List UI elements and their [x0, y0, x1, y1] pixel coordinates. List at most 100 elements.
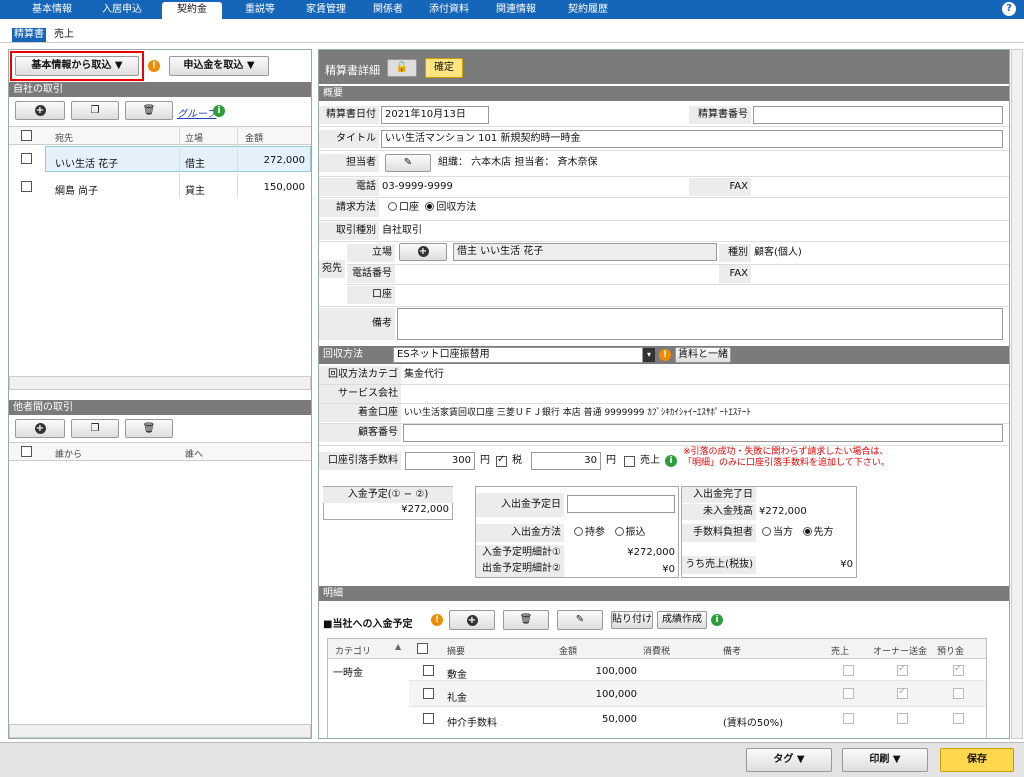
import-application-button[interactable]: 申込金を取込 ▼	[169, 56, 269, 76]
info-green-icon-3[interactable]: i	[711, 614, 723, 626]
vertical-scrollbar[interactable]	[1011, 49, 1023, 739]
tab-basic-info[interactable]: 基本情報	[22, 0, 82, 19]
type-value: 顧客(個人)	[754, 247, 802, 258]
tab-rent[interactable]: 家賃管理	[296, 0, 356, 19]
copy-icon: ❐	[90, 423, 100, 434]
other-add-button[interactable]: +	[15, 419, 65, 438]
sort-asc-icon[interactable]: ▲	[395, 642, 401, 651]
row-checkbox[interactable]	[21, 181, 32, 192]
fee-burden-label: 手数料負担者	[682, 524, 756, 542]
row-destination[interactable]: いい生活 花子	[55, 155, 118, 170]
details-select-all[interactable]	[417, 643, 428, 654]
statement-no-field[interactable]	[753, 106, 1003, 124]
date-label: 精算書日付	[319, 106, 379, 124]
details-edit-button[interactable]: ✎	[557, 610, 603, 630]
edit-staff-button[interactable]: ✎	[385, 154, 431, 172]
lock-button[interactable]: 🔓	[387, 59, 417, 77]
io-date-field[interactable]	[567, 495, 675, 513]
role-field: 借主 いい生活 花子	[453, 243, 717, 261]
info-green-icon[interactable]: i	[213, 105, 225, 117]
statement-no-label: 精算書番号	[689, 106, 751, 124]
add-button[interactable]: +	[15, 101, 65, 120]
dropdown-arrow-icon[interactable]: ▾	[643, 348, 655, 362]
title-field[interactable]: いい生活マンション 101 新規契約時一時金	[381, 130, 1003, 148]
io-method-label: 入出金方法	[476, 524, 564, 542]
tab-contract-money[interactable]: 契約金	[162, 2, 222, 19]
info-green-icon-2[interactable]: i	[665, 455, 677, 467]
tax-checkbox[interactable]	[496, 454, 507, 467]
fee-field[interactable]: 300	[405, 452, 475, 470]
tag-button[interactable]: タグ ▼	[746, 748, 832, 772]
details-delete-button[interactable]: 🗑	[503, 610, 549, 630]
detail-desc[interactable]: 礼金	[447, 689, 467, 704]
fee2-field[interactable]: 30	[531, 452, 601, 470]
col-description: 摘要	[447, 647, 466, 657]
radio-transfer[interactable]	[614, 527, 624, 536]
group-link[interactable]: グループ	[177, 105, 216, 120]
paste-button[interactable]: 貼り付け	[611, 611, 653, 629]
own-transactions-header: 自社の取引	[9, 82, 311, 97]
other-copy-button[interactable]: ❐	[71, 419, 119, 438]
plus-icon: +	[466, 615, 478, 626]
radio-their-side[interactable]	[802, 527, 812, 536]
collection-method-select[interactable]: ESネット口座振替用	[393, 347, 643, 363]
tab-related[interactable]: 関連情報	[486, 0, 546, 19]
memo-field[interactable]	[397, 308, 1003, 340]
tab-history[interactable]: 契約履歴	[556, 0, 620, 19]
delete-button[interactable]: 🗑	[125, 101, 173, 120]
other-select-all-checkbox[interactable]	[21, 446, 32, 457]
horizontal-scrollbar-2[interactable]	[9, 724, 311, 738]
other-delete-button[interactable]: 🗑	[125, 419, 173, 438]
horizontal-scrollbar[interactable]	[9, 376, 311, 390]
radio-collection[interactable]	[425, 202, 435, 211]
help-icon[interactable]: ?	[1002, 2, 1016, 16]
select-all-checkbox[interactable]	[21, 130, 32, 141]
subtab-statement[interactable]: 精算書	[12, 28, 46, 42]
tab-attachments[interactable]: 添付資料	[420, 0, 478, 19]
detail-desc[interactable]: 敷金	[447, 666, 467, 681]
row-role: 借主	[185, 159, 205, 170]
row-checkbox[interactable]	[21, 153, 32, 164]
info-orange-icon-2[interactable]: !	[659, 349, 671, 361]
customer-no-label: 顧客番号	[319, 424, 401, 442]
detail-header	[319, 50, 1009, 84]
info-orange-icon[interactable]: !	[148, 60, 160, 72]
print-button[interactable]: 印刷 ▼	[842, 748, 928, 772]
tab-parties[interactable]: 関係者	[362, 0, 414, 19]
radio-bring[interactable]	[574, 527, 583, 536]
detail-desc[interactable]: 仲介手数料	[447, 714, 497, 729]
row-role: 貸主	[185, 186, 205, 197]
pencil-icon: ✎	[575, 614, 585, 625]
date-field[interactable]: 2021年10月13日	[381, 106, 489, 124]
add-party-button[interactable]: +	[399, 243, 447, 261]
tab-application[interactable]: 入居申込	[92, 0, 152, 19]
category-value: 一時金	[333, 668, 363, 679]
billing-options[interactable]: 口座 回収方法	[385, 199, 476, 217]
row-destination[interactable]: 綱島 尚子	[55, 182, 98, 197]
details-add-button[interactable]: +	[449, 610, 495, 630]
create-record-button[interactable]: 成績作成	[657, 611, 707, 629]
save-button[interactable]: 保存	[940, 748, 1014, 772]
sales-checkbox[interactable]	[624, 456, 635, 467]
pencil-icon: ✎	[403, 157, 413, 168]
with-rent-button[interactable]: 賃料と一緒	[675, 347, 731, 363]
copy-button[interactable]: ❐	[71, 101, 119, 120]
row-amount: 272,000	[263, 155, 305, 166]
detail-row-checkbox[interactable]	[423, 688, 434, 699]
details-header: 明細	[319, 586, 1009, 601]
main-nav: 基本情報 入居申込 契約金 重説等 家賃管理 関係者 添付資料 関連情報 契約履…	[0, 0, 1024, 19]
tel-label: 電話	[319, 178, 379, 196]
info-orange-icon-3[interactable]: !	[431, 614, 443, 626]
detail-row-checkbox[interactable]	[423, 713, 434, 724]
detail-row-checkbox[interactable]	[423, 665, 434, 676]
io-method-options[interactable]: 持参 振込	[571, 524, 646, 542]
confirm-button[interactable]: 確定	[425, 58, 463, 78]
radio-our-side[interactable]	[762, 527, 771, 536]
plus-icon: +	[417, 246, 429, 257]
subtab-sales[interactable]: 売上	[52, 28, 76, 42]
radio-account[interactable]	[388, 202, 397, 211]
customer-no-field[interactable]	[403, 424, 1003, 442]
tab-explanation[interactable]: 重説等	[232, 0, 288, 19]
in-total-label: 入金予定明細計①	[476, 545, 564, 561]
fee-burden-options[interactable]: 当方 先方	[759, 524, 834, 542]
